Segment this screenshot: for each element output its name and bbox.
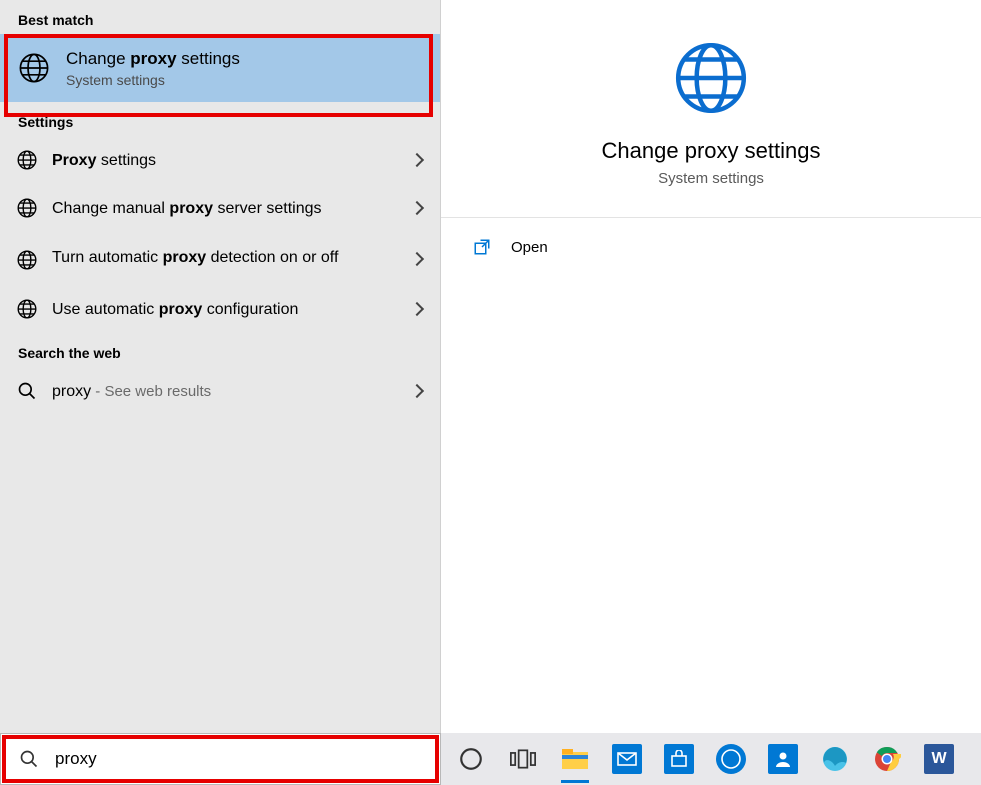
globe-icon [14,149,40,171]
taskbar-chrome[interactable] [867,739,907,779]
globe-icon [14,197,40,219]
globe-icon [16,50,52,86]
result-detail-panel: Change proxy settings System settings Op… [441,0,981,733]
taskbar-mail[interactable] [607,739,647,779]
taskbar-file-explorer[interactable] [555,739,595,779]
taskbar-dell[interactable] [711,739,751,779]
chevron-right-icon [410,302,424,316]
settings-result-manual-proxy[interactable]: Change manual proxy server settings [0,184,440,232]
search-input[interactable] [53,748,440,770]
start-search-window: Best match Change proxy settings System … [0,0,981,785]
best-match-header: Best match [0,0,440,34]
taskbar-word[interactable]: W [919,739,959,779]
chevron-right-icon [410,384,424,398]
result-label: proxy - See web results [52,380,412,403]
globe-icon [14,249,40,271]
search-bar[interactable] [0,733,441,785]
result-label: Change manual proxy server settings [52,197,412,220]
chevron-right-icon [410,201,424,215]
search-results-panel: Best match Change proxy settings System … [0,0,441,733]
open-icon [471,236,493,258]
result-label: Use automatic proxy configuration [52,298,412,321]
globe-icon [14,298,40,320]
taskbar-cortana[interactable] [451,739,491,779]
web-result-proxy[interactable]: proxy - See web results [0,367,440,415]
open-action[interactable]: Open [441,218,981,276]
detail-header: Change proxy settings System settings [441,0,981,218]
settings-result-proxy-settings[interactable]: Proxy settings [0,136,440,184]
detail-subtitle: System settings [658,170,764,187]
best-match-text: Change proxy settings System settings [66,48,240,88]
best-match-result[interactable]: Change proxy settings System settings [0,34,440,102]
settings-result-automatic-config[interactable]: Use automatic proxy configuration [0,285,440,333]
result-label: Turn automatic proxy detection on or off [52,246,412,269]
taskbar-store[interactable] [659,739,699,779]
chevron-right-icon [410,252,424,266]
search-icon [14,381,40,401]
chevron-right-icon [410,153,424,167]
search-icon [19,749,39,769]
taskbar-people[interactable] [763,739,803,779]
taskbar-edge[interactable] [815,739,855,779]
settings-result-automatic-detection[interactable]: Turn automatic proxy detection on or off [0,232,440,285]
search-web-header: Search the web [0,333,440,367]
settings-header: Settings [0,102,440,136]
best-match-subtitle: System settings [66,72,240,88]
globe-icon [669,36,753,120]
best-match-title: Change proxy settings [66,48,240,70]
taskbar: W [441,733,981,785]
result-label: Proxy settings [52,149,412,172]
word-icon-label: W [931,750,946,768]
detail-title: Change proxy settings [602,138,821,164]
open-label: Open [511,239,548,256]
taskbar-task-view[interactable] [503,739,543,779]
